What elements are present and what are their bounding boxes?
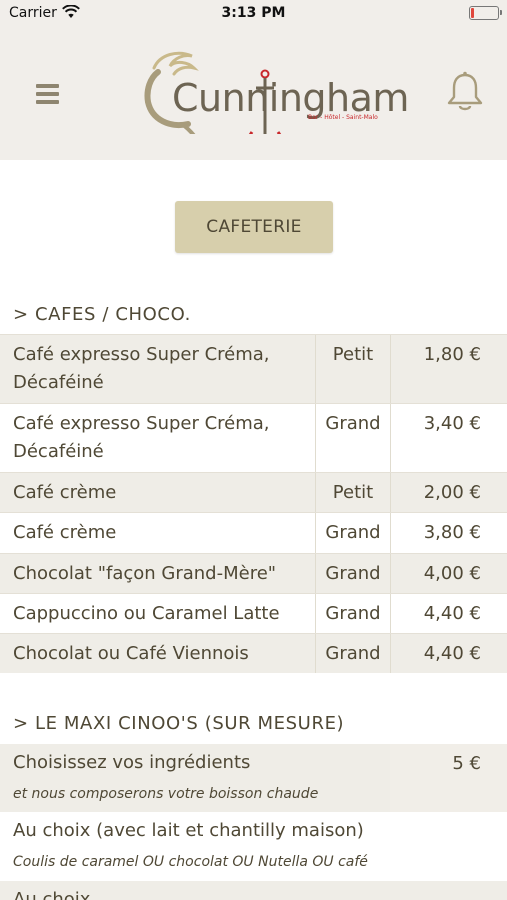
menu-row[interactable]: Café crème Petit 2,00 € bbox=[0, 472, 507, 512]
item-price: 3,40 € bbox=[390, 404, 507, 472]
menu-row[interactable]: Choisissez vos ingrédients et nous compo… bbox=[0, 744, 507, 812]
item-price: 3,80 € bbox=[390, 513, 507, 553]
status-bar: Carrier 3:13 PM bbox=[0, 0, 507, 26]
logo-subtitle: Bar - Hôtel - Saint-Malo bbox=[308, 114, 378, 121]
item-price: 2,00 € bbox=[390, 473, 507, 512]
menu-row[interactable]: Au choix (avec lait et chantilly maison)… bbox=[0, 812, 507, 881]
item-size: Grand bbox=[315, 404, 390, 472]
item-description: et nous composerons votre boisson chaude bbox=[13, 786, 319, 802]
category-cafeterie-button[interactable]: CAFETERIE bbox=[175, 201, 333, 253]
menu-row[interactable]: Chocolat "façon Grand-Mère" Grand 4,00 € bbox=[0, 553, 507, 593]
menu-row[interactable]: Chocolat ou Café Viennois Grand 4,40 € bbox=[0, 633, 507, 673]
section-title-cafes: > CAFES / CHOCO. bbox=[13, 304, 191, 325]
clock-time: 3:13 PM bbox=[221, 5, 286, 21]
item-size: Petit bbox=[315, 473, 390, 512]
item-name: Au choix (avec lait et chantilly maison) bbox=[13, 820, 364, 841]
item-name: Café expresso Super Créma, Décaféiné bbox=[13, 413, 270, 462]
item-size: Grand bbox=[315, 634, 390, 673]
menu-row[interactable]: Café crème Grand 3,80 € bbox=[0, 512, 507, 553]
item-name: Café expresso Super Créma, Décaféiné bbox=[13, 344, 270, 393]
menu-row[interactable]: Au choix bbox=[0, 881, 507, 900]
item-name: Cappuccino ou Caramel Latte bbox=[13, 603, 280, 624]
battery-icon bbox=[469, 6, 502, 20]
menu-table-maxi-cinoos: Choisissez vos ingrédients et nous compo… bbox=[0, 744, 507, 900]
item-name: Choisissez vos ingrédients bbox=[13, 752, 251, 773]
menu-row[interactable]: Cappuccino ou Caramel Latte Grand 4,40 € bbox=[0, 593, 507, 633]
menu-row[interactable]: Café expresso Super Créma, Décaféiné Pet… bbox=[0, 334, 507, 403]
item-description: Coulis de caramel OU chocolat OU Nutella… bbox=[13, 854, 368, 870]
item-size: Grand bbox=[315, 513, 390, 553]
menu-table-cafes: Café expresso Super Créma, Décaféiné Pet… bbox=[0, 334, 507, 673]
item-name: Au choix bbox=[13, 889, 91, 900]
menu-row[interactable]: Café expresso Super Créma, Décaféiné Gra… bbox=[0, 403, 507, 472]
item-price: 4,40 € bbox=[390, 634, 507, 673]
cunningham-logo: Cunningham Bar - Hôtel - Saint-Malo bbox=[136, 48, 409, 134]
item-price: 5 € bbox=[390, 744, 507, 812]
item-size: Petit bbox=[315, 335, 390, 403]
item-name: Chocolat ou Café Viennois bbox=[13, 643, 249, 664]
section-title-maxi-cinoos: > LE MAXI CINOO'S (SUR MESURE) bbox=[13, 713, 345, 734]
item-price: 4,40 € bbox=[390, 594, 507, 633]
item-price: 4,00 € bbox=[390, 554, 507, 593]
item-size: Grand bbox=[315, 594, 390, 633]
app-header: Cunningham Bar - Hôtel - Saint-Malo bbox=[0, 26, 507, 160]
item-name: Café crème bbox=[13, 482, 117, 503]
hamburger-menu-icon[interactable] bbox=[33, 80, 63, 110]
item-price: 1,80 € bbox=[390, 335, 507, 403]
bell-icon[interactable] bbox=[444, 70, 486, 114]
item-name: Café crème bbox=[13, 522, 117, 543]
item-size: Grand bbox=[315, 554, 390, 593]
item-name: Chocolat "façon Grand-Mère" bbox=[13, 563, 277, 584]
